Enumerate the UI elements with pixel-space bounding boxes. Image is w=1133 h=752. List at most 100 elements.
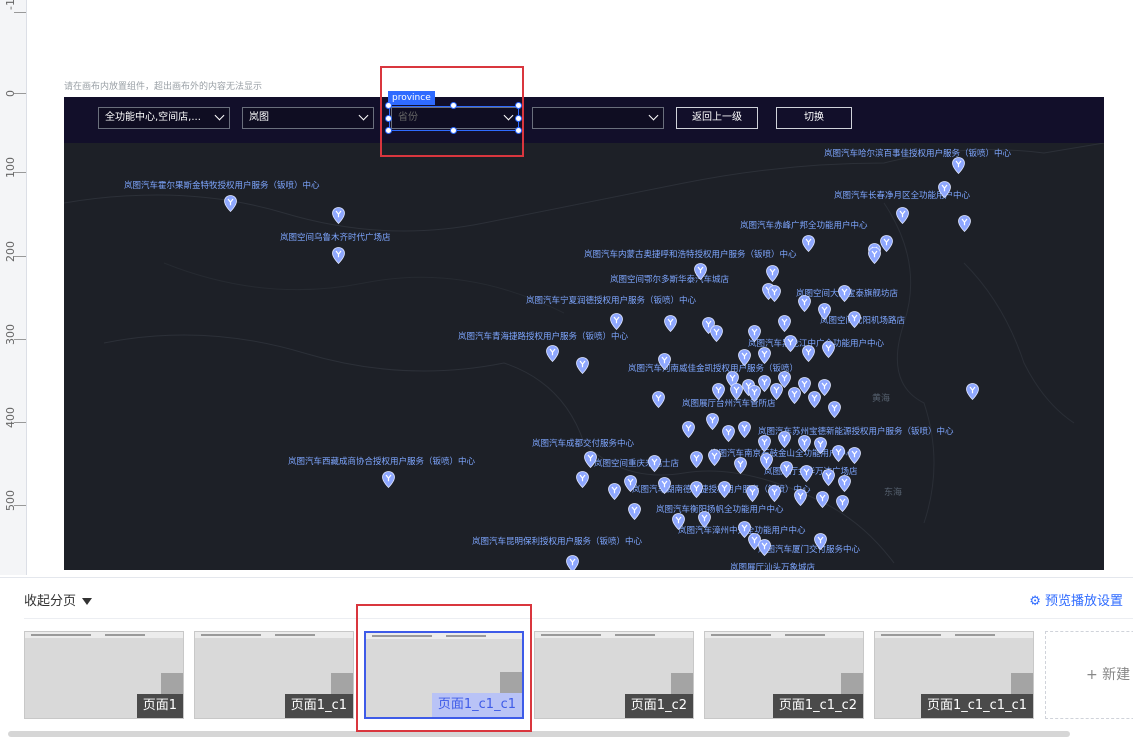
chevron-down-icon: [358, 110, 369, 121]
map-pin-icon[interactable]: [628, 503, 641, 520]
map-pin-icon[interactable]: [610, 313, 623, 330]
chevron-down-icon: [214, 110, 225, 121]
map-pin-icon[interactable]: [838, 285, 851, 302]
map-pin-icon[interactable]: [896, 207, 909, 224]
map-pin-icon[interactable]: [706, 413, 719, 430]
city-select[interactable]: [532, 107, 664, 129]
map-pin-icon[interactable]: [816, 491, 829, 508]
switch-button[interactable]: 切换: [776, 107, 852, 129]
map-pin-icon[interactable]: [746, 485, 759, 502]
map-pin-icon[interactable]: [734, 457, 747, 474]
map-pin-icon[interactable]: [758, 435, 771, 452]
map-label: 岚图汽车河南威佳金凯授权用户服务（钣喷）: [628, 364, 799, 374]
map-pin-icon[interactable]: [648, 455, 661, 472]
preview-settings-button[interactable]: ⚙ 预览播放设置: [1029, 590, 1123, 609]
new-page-button[interactable]: + 新建: [1045, 631, 1133, 719]
map-pin-icon[interactable]: [664, 315, 677, 332]
map-pin-icon[interactable]: [800, 465, 813, 482]
map-pin-icon[interactable]: [788, 387, 801, 404]
map-pin-icon[interactable]: [608, 483, 621, 500]
map-pin-icon[interactable]: [814, 437, 827, 454]
map-pin-icon[interactable]: [758, 347, 771, 364]
map-pin-icon[interactable]: [818, 303, 831, 320]
map-pin-icon[interactable]: [690, 481, 703, 498]
horizontal-scrollbar[interactable]: [8, 731, 1070, 737]
map-pin-icon[interactable]: [822, 341, 835, 358]
collapse-pages-toggle[interactable]: 收起分页: [24, 590, 93, 609]
map-pin-icon[interactable]: [814, 533, 827, 550]
map-pin-icon[interactable]: [382, 471, 395, 488]
map-pin-icon[interactable]: [332, 247, 345, 264]
map-label: 岚图空间重庆来福士店: [594, 459, 680, 469]
map-pin-icon[interactable]: [780, 461, 793, 478]
page-thumbnail[interactable]: 页面1_c1_c2: [704, 631, 864, 719]
map-pin-icon[interactable]: [738, 349, 751, 366]
map-pin-icon[interactable]: [768, 485, 781, 502]
map-pin-icon[interactable]: [584, 451, 597, 468]
map-pin-icon[interactable]: [836, 495, 849, 512]
map-pin-icon[interactable]: [838, 475, 851, 492]
map-pin-icon[interactable]: [848, 447, 861, 464]
map-pin-icon[interactable]: [768, 285, 781, 302]
map-label: 岚图汽车青海捷路授权用户服务（钣喷）中心: [458, 332, 629, 342]
map-pin-icon[interactable]: [624, 475, 637, 492]
map-pin-icon[interactable]: [770, 383, 783, 400]
map-pin-icon[interactable]: [802, 235, 815, 252]
back-button[interactable]: 返回上一级: [676, 107, 758, 129]
map-pin-icon[interactable]: [690, 451, 703, 468]
map-pin-icon[interactable]: [672, 513, 685, 530]
brand-select[interactable]: 岚图: [242, 107, 374, 129]
map-pin-icon[interactable]: [832, 445, 845, 462]
page-thumbnail[interactable]: 页面1_c1_c1_c1: [874, 631, 1034, 719]
highlight-box-province: [380, 66, 524, 157]
map-pin-icon[interactable]: [708, 449, 721, 466]
map-pin-icon[interactable]: [332, 207, 345, 224]
map-pin-icon[interactable]: [758, 539, 771, 556]
map-pin-icon[interactable]: [566, 555, 579, 570]
map-pin-icon[interactable]: [698, 511, 711, 528]
china-store-map[interactable]: 岚图汽车哈尔滨百事佳授权用户服务（钣喷）中心 岚图汽车霍尔果斯金特牧授权用户服务…: [64, 143, 1104, 570]
map-pin-icon[interactable]: [794, 489, 807, 506]
map-pin-icon[interactable]: [802, 345, 815, 362]
map-pin-icon[interactable]: [766, 265, 779, 282]
map-pin-icon[interactable]: [224, 195, 237, 212]
map-pin-icon[interactable]: [748, 325, 761, 342]
ruler-label: -1: [4, 0, 17, 10]
map-pin-icon[interactable]: [880, 235, 893, 252]
map-pin-icon[interactable]: [952, 157, 965, 174]
map-pin-icon[interactable]: [966, 383, 979, 400]
vertical-ruler: -1 0 100 200 300 400 500: [0, 0, 27, 575]
map-pin-icon[interactable]: [576, 471, 589, 488]
map-pin-icon[interactable]: [748, 385, 761, 402]
store-type-select[interactable]: 全功能中心,空间店,...: [98, 107, 230, 129]
map-pin-icon[interactable]: [828, 401, 841, 418]
map-pin-icon[interactable]: [798, 295, 811, 312]
page-thumbnail[interactable]: 页面1_c2: [534, 631, 694, 719]
map-pin-icon[interactable]: [658, 353, 671, 370]
map-pin-icon[interactable]: [712, 383, 725, 400]
map-pin-icon[interactable]: [718, 481, 731, 498]
map-pin-icon[interactable]: [798, 435, 811, 452]
map-pin-icon[interactable]: [576, 357, 589, 374]
map-pin-icon[interactable]: [760, 453, 773, 470]
map-pin-icon[interactable]: [958, 215, 971, 232]
map-pin-icon[interactable]: [738, 421, 751, 438]
map-pin-icon[interactable]: [710, 325, 723, 342]
map-pin-icon[interactable]: [652, 391, 665, 408]
map-pin-icon[interactable]: [658, 477, 671, 494]
map-pin-icon[interactable]: [784, 335, 797, 352]
map-pin-icon[interactable]: [778, 315, 791, 332]
map-pin-icon[interactable]: [722, 425, 735, 442]
map-pin-icon[interactable]: [694, 263, 707, 280]
map-pin-icon[interactable]: [938, 181, 951, 198]
map-pin-icon[interactable]: [546, 345, 559, 362]
map-pin-icon[interactable]: [822, 469, 835, 486]
page-thumbnail[interactable]: 页面1: [24, 631, 184, 719]
map-pin-icon[interactable]: [778, 431, 791, 448]
page-thumbnail[interactable]: 页面1_c1: [194, 631, 354, 719]
map-pin-icon[interactable]: [730, 383, 743, 400]
map-pin-icon[interactable]: [682, 421, 695, 438]
map-pin-icon[interactable]: [848, 311, 861, 328]
dashboard-canvas[interactable]: 全功能中心,空间店,... 岚图 省份 返回上一级 切换 岚图汽车哈尔滨百事佳授…: [64, 97, 1104, 570]
map-pin-icon[interactable]: [808, 391, 821, 408]
